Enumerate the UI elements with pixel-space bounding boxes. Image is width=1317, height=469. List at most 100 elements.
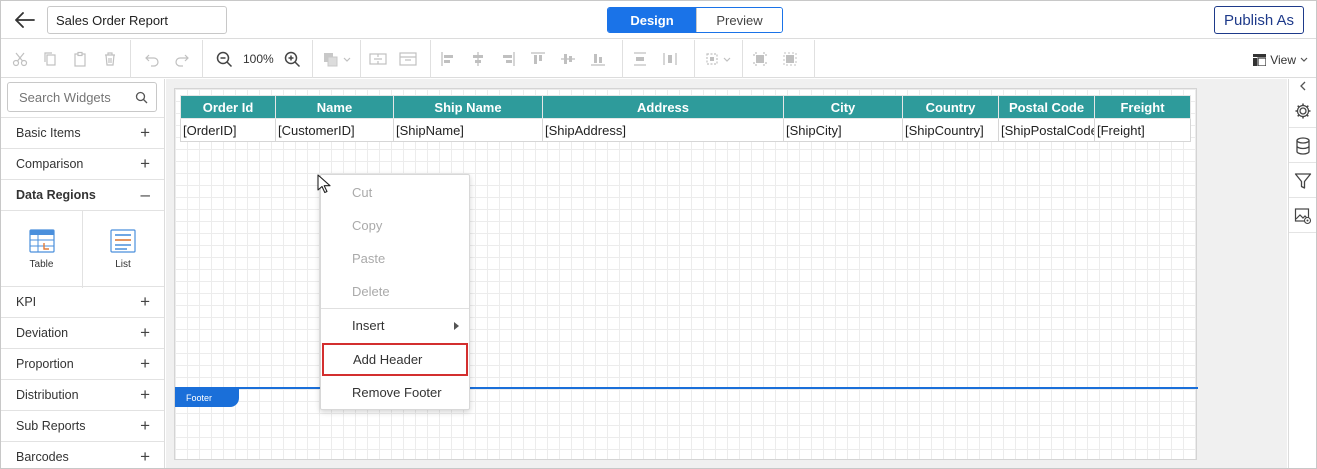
paste-icon[interactable]	[65, 44, 95, 74]
category-data-regions[interactable]: Data Regions –	[1, 179, 164, 210]
menu-item-cut[interactable]: Cut	[321, 176, 469, 209]
expand-icon: +	[140, 292, 150, 311]
zoom-in-icon[interactable]	[278, 44, 308, 74]
align-bottom-icon[interactable]	[583, 44, 613, 74]
widget-panel: Basic Items + Comparison + Data Regions – T…	[1, 79, 165, 468]
collapse-panel-button[interactable]	[1289, 79, 1316, 93]
undo-icon[interactable]	[137, 44, 167, 74]
filter-button[interactable]	[1289, 164, 1316, 198]
fit-group	[745, 40, 815, 78]
header-cell[interactable]: Order Id	[180, 95, 276, 119]
header-cell[interactable]: City	[783, 95, 903, 119]
table-cell[interactable]: [ShipAddress]	[542, 118, 784, 142]
design-tab[interactable]: Design	[608, 8, 696, 32]
chevron-down-icon	[1300, 57, 1308, 62]
back-button[interactable]	[11, 7, 39, 33]
menu-item-paste[interactable]: Paste	[321, 242, 469, 275]
table-cell[interactable]: [ShipPostalCode]	[998, 118, 1095, 142]
align-center-icon[interactable]	[463, 44, 493, 74]
distribute-horizontal-icon[interactable]	[655, 44, 685, 74]
footer-label[interactable]: Footer	[175, 389, 239, 407]
submenu-arrow-icon	[454, 322, 459, 330]
category-comparison[interactable]: Comparison +	[1, 148, 164, 179]
category-sub-reports[interactable]: Sub Reports +	[1, 410, 164, 441]
menu-item-copy[interactable]: Copy	[321, 209, 469, 242]
menu-item-remove-footer[interactable]: Remove Footer	[321, 376, 469, 409]
size-group	[697, 40, 743, 78]
category-label: Basic Items	[16, 126, 81, 140]
zoom-level: 100%	[243, 52, 274, 66]
category-label: Data Regions	[16, 188, 96, 202]
header-cell[interactable]: Address	[542, 95, 784, 119]
preview-tab[interactable]: Preview	[696, 8, 782, 32]
cut-icon[interactable]	[5, 44, 35, 74]
table-cell[interactable]: [Freight]	[1094, 118, 1191, 142]
merge-cells-icon[interactable]	[363, 44, 393, 74]
header-cell[interactable]: Country	[902, 95, 999, 119]
menu-item-delete[interactable]: Delete	[321, 275, 469, 308]
menu-item-insert[interactable]: Insert	[321, 309, 469, 342]
publish-button[interactable]: Publish As	[1214, 6, 1304, 34]
table-cell[interactable]: [ShipCountry]	[902, 118, 999, 142]
redo-icon[interactable]	[167, 44, 197, 74]
align-middle-icon[interactable]	[553, 44, 583, 74]
header-cell[interactable]: Postal Code	[998, 95, 1095, 119]
category-distribution[interactable]: Distribution +	[1, 379, 164, 410]
view-menu-button[interactable]: View	[1253, 51, 1308, 69]
data-button[interactable]	[1289, 129, 1316, 163]
header-cell[interactable]: Ship Name	[393, 95, 543, 119]
widget-label: List	[115, 259, 131, 270]
category-kpi[interactable]: KPI +	[1, 286, 164, 317]
table-widget[interactable]: Table	[1, 211, 82, 288]
center-horizontally-icon[interactable]	[745, 44, 775, 74]
layout-icon	[1253, 54, 1267, 66]
align-right-icon[interactable]	[493, 44, 523, 74]
split-cells-icon[interactable]	[393, 44, 423, 74]
expand-icon: +	[140, 354, 150, 373]
context-menu: Cut Copy Paste Delete Insert Add Header …	[320, 174, 470, 410]
expand-icon: +	[140, 385, 150, 404]
table-cell[interactable]: [CustomerID]	[275, 118, 394, 142]
toolbar: 100% View	[1, 40, 1316, 78]
chevron-left-icon	[1300, 81, 1306, 91]
distribute-vertical-icon[interactable]	[625, 44, 655, 74]
center-vertically-icon[interactable]	[775, 44, 805, 74]
delete-icon[interactable]	[95, 44, 125, 74]
same-size-icon[interactable]	[697, 44, 741, 74]
category-label: KPI	[16, 295, 37, 309]
copy-icon[interactable]	[35, 44, 65, 74]
table-cell[interactable]: [ShipName]	[393, 118, 543, 142]
align-left-icon[interactable]	[433, 44, 463, 74]
align-top-icon[interactable]	[523, 44, 553, 74]
list-widget[interactable]: List	[82, 211, 163, 288]
collapse-icon: –	[140, 185, 150, 204]
search-icon[interactable]	[135, 91, 148, 104]
category-proportion[interactable]: Proportion +	[1, 348, 164, 379]
menu-item-add-header[interactable]: Add Header	[322, 343, 468, 376]
properties-button[interactable]	[1289, 94, 1316, 128]
edit-group	[5, 40, 131, 78]
image-settings-icon	[1294, 207, 1312, 224]
report-name-input[interactable]	[47, 6, 227, 34]
table-cell[interactable]: [OrderID]	[180, 118, 276, 142]
report-table[interactable]: Order Id Name Ship Name Address City Cou…	[180, 95, 1191, 142]
table-cell[interactable]: [ShipCity]	[783, 118, 903, 142]
category-deviation[interactable]: Deviation +	[1, 317, 164, 348]
header-cell[interactable]: Name	[275, 95, 394, 119]
top-bar: Design Preview Publish As	[1, 1, 1316, 39]
image-settings-button[interactable]	[1289, 199, 1316, 233]
filter-icon	[1294, 172, 1312, 189]
search-input[interactable]	[8, 83, 128, 111]
category-basic-items[interactable]: Basic Items +	[1, 117, 164, 148]
header-cell[interactable]: Freight	[1094, 95, 1191, 119]
zoom-out-icon[interactable]	[209, 44, 239, 74]
table-header-row: Order Id Name Ship Name Address City Cou…	[180, 95, 1191, 119]
list-icon	[110, 229, 136, 253]
table-icon	[28, 229, 55, 253]
expand-icon: +	[140, 123, 150, 142]
table-row: [OrderID] [CustomerID] [ShipName] [ShipA…	[180, 118, 1191, 142]
category-barcodes[interactable]: Barcodes +	[1, 441, 164, 468]
category-label: Distribution	[16, 388, 79, 402]
bring-forward-icon[interactable]	[315, 44, 359, 74]
category-label: Deviation	[16, 326, 69, 340]
